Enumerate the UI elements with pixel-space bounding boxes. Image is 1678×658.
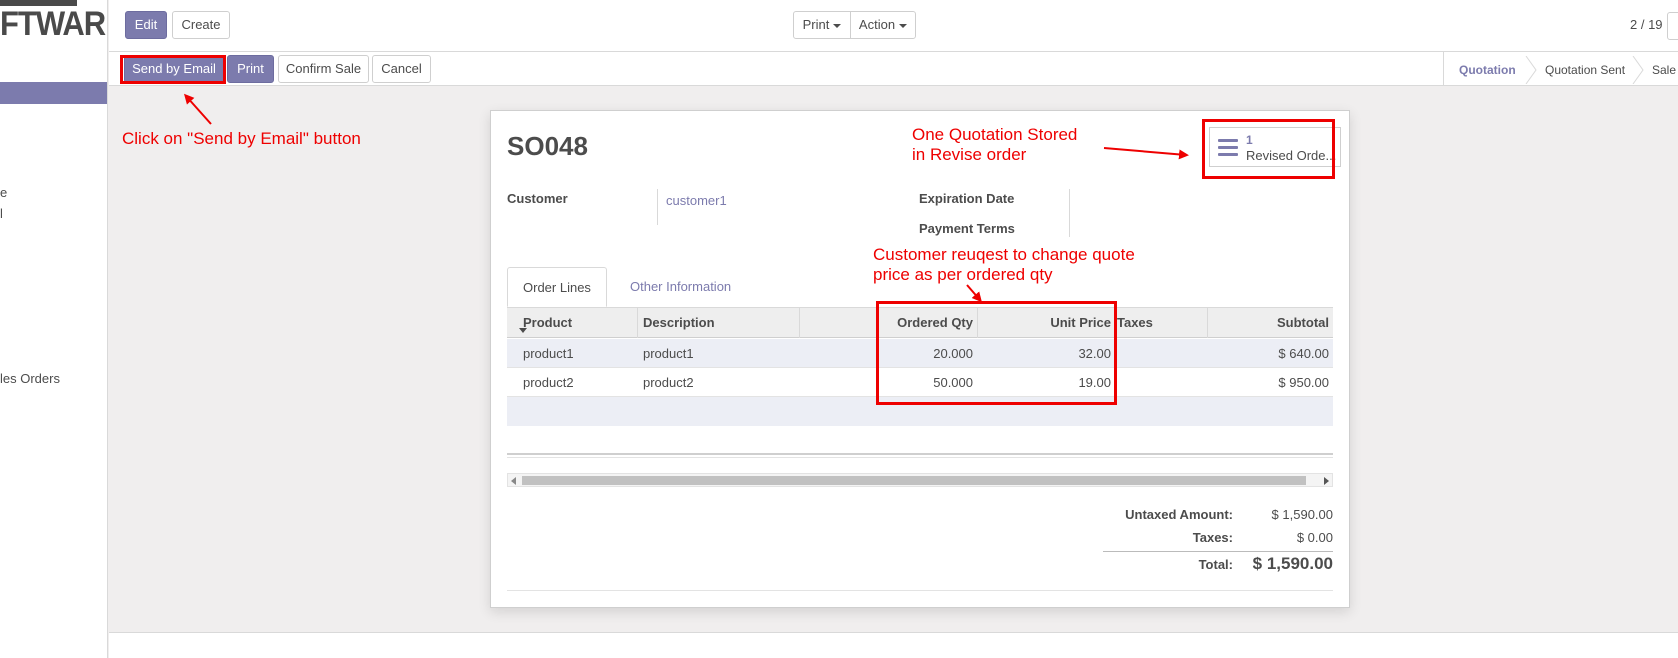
annotation-box-revised-order [1202, 119, 1335, 179]
untaxed-amount-label: Untaxed Amount: [1125, 507, 1233, 522]
status-quotation[interactable]: Quotation [1459, 56, 1516, 84]
total-value: $ 1,590.00 [1252, 554, 1333, 573]
print-button[interactable]: Print [227, 55, 274, 83]
cell-subtotal: $ 950.00 [1278, 375, 1329, 390]
payment-terms-label: Payment Terms [919, 221, 1015, 236]
customer-field[interactable]: customer1 [666, 193, 727, 208]
tab-order-lines[interactable]: Order Lines [507, 267, 607, 307]
scroll-left-icon[interactable] [511, 477, 516, 485]
table-footer-line [507, 453, 1333, 455]
tab-other-information[interactable]: Other Information [615, 267, 746, 307]
record-title: SO048 [507, 131, 588, 161]
print-dropdown[interactable]: Print [793, 11, 851, 39]
status-quotation-sent[interactable]: Quotation Sent [1545, 56, 1625, 84]
annotation-revise-line2: in Revise order [912, 145, 1027, 164]
status-chevron-icon [1632, 56, 1644, 84]
edit-button[interactable]: Edit [125, 11, 167, 39]
scroll-right-icon[interactable] [1324, 477, 1329, 485]
field-divider [1069, 189, 1070, 237]
confirm-sale-button[interactable]: Confirm Sale [278, 55, 369, 83]
expiration-date-label: Expiration Date [919, 191, 1015, 206]
total-label: Total: [1198, 557, 1233, 572]
totals-divider [1103, 551, 1333, 552]
create-button[interactable]: Create [172, 11, 230, 39]
column-product[interactable]: Product [523, 315, 572, 330]
annotation-revise-line1: One Quotation Stored [912, 125, 1078, 144]
column-description[interactable]: Description [643, 315, 715, 330]
pager-value[interactable]: 2 / 19 [1630, 17, 1663, 32]
cell-subtotal: $ 640.00 [1278, 346, 1329, 361]
sidebar-item-partial-a[interactable]: e [0, 185, 7, 200]
field-divider [657, 189, 658, 225]
cell-description: product2 [643, 375, 694, 390]
cancel-button[interactable]: Cancel [372, 55, 431, 83]
pager-next-button[interactable] [1667, 12, 1678, 40]
cell-description: product1 [643, 346, 694, 361]
taxes-value: $ 0.00 [1296, 530, 1333, 545]
cell-product: product2 [523, 375, 574, 390]
column-taxes[interactable]: Taxes [1117, 315, 1153, 330]
status-sale[interactable]: Sale [1652, 56, 1676, 84]
column-divider [799, 308, 800, 338]
company-logo: FTWARE [0, 4, 107, 43]
sidebar-active-item[interactable] [0, 82, 107, 104]
annotation-qty-line2: price as per ordered qty [873, 265, 1053, 284]
customer-label: Customer [507, 191, 568, 206]
caret-down-icon [833, 23, 842, 28]
cell-product: product1 [523, 346, 574, 361]
caret-down-icon [899, 23, 908, 28]
status-chevron-icon [1525, 56, 1537, 84]
action-dropdown-label: Action [858, 17, 896, 32]
column-divider [637, 308, 638, 338]
untaxed-amount-value: $ 1,590.00 [1271, 507, 1333, 522]
print-dropdown-label: Print [802, 17, 830, 32]
arrow-to-send-email [184, 93, 212, 125]
column-divider [1207, 308, 1208, 338]
scroll-thumb[interactable] [522, 476, 1306, 485]
action-dropdown[interactable]: Action [850, 11, 916, 39]
horizontal-scrollbar[interactable] [507, 473, 1333, 487]
annotation-box-qty-price [876, 301, 1117, 405]
sheet-bottom-line [507, 590, 1333, 591]
chatter-panel [109, 632, 1678, 658]
taxes-label: Taxes: [1192, 530, 1233, 545]
app-sidebar: FTWARE e l les Orders [0, 0, 108, 658]
table-footer-line [507, 457, 1333, 458]
sidebar-item-partial-b[interactable]: l [0, 206, 3, 221]
annotation-box-send-email [120, 55, 226, 84]
annotation-qty-line1: Customer reuqest to change quote [873, 245, 1135, 264]
column-subtotal[interactable]: Subtotal [1277, 315, 1329, 330]
sidebar-item-sales-orders[interactable]: les Orders [0, 371, 60, 386]
annotation-send-email: Click on "Send by Email" button [122, 129, 361, 148]
statusbar-divider [1443, 52, 1444, 86]
